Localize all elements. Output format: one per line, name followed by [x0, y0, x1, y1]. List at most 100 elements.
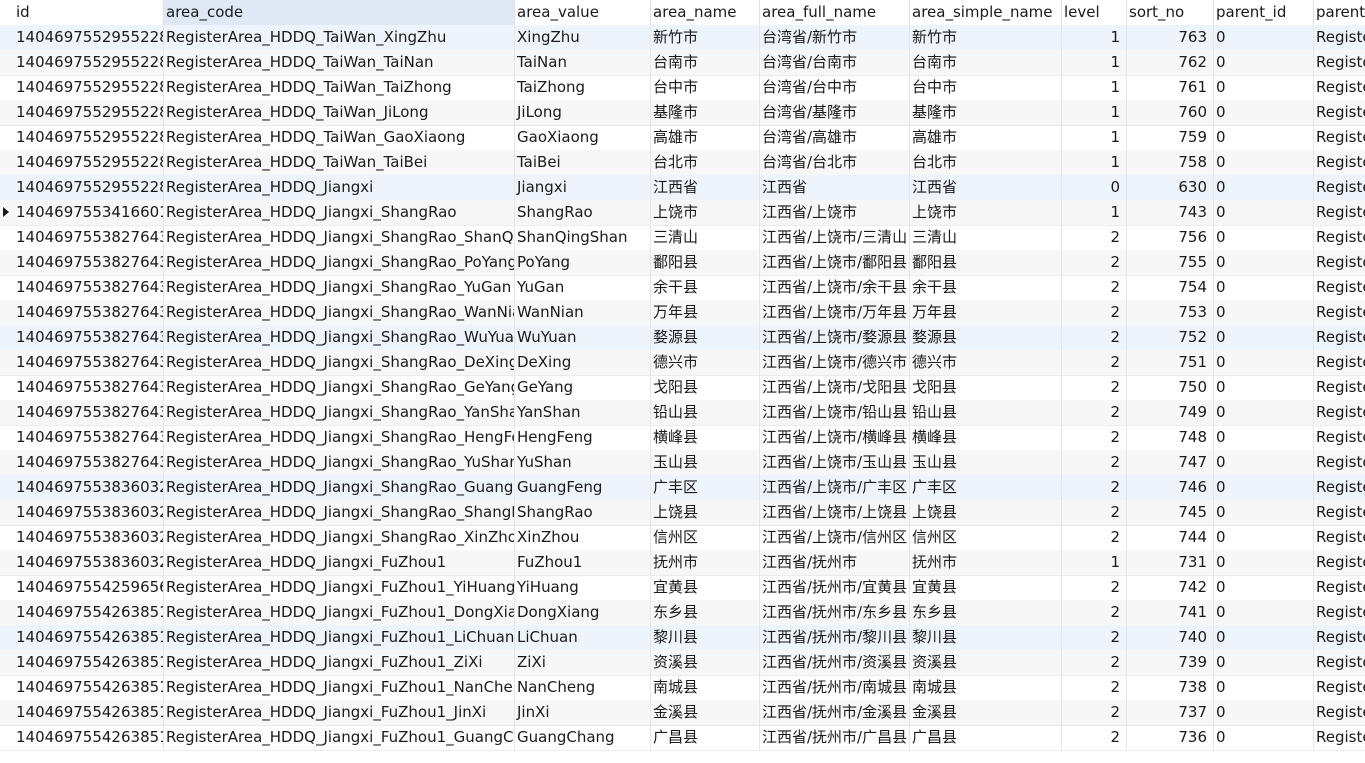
cell-sort-no[interactable]: 745: [1127, 500, 1214, 525]
cell-parent-id[interactable]: 0: [1214, 225, 1314, 250]
column-header-area-code[interactable]: area_code: [164, 0, 515, 25]
cell-area-value[interactable]: YuGan: [515, 275, 651, 300]
cell-area-code[interactable]: RegisterArea_HDDQ_Jiangxi_FuZhou1_JinXi: [164, 700, 515, 725]
cell-area-full-name[interactable]: 江西省/上饶市/广丰区: [760, 475, 910, 500]
cell-area-name[interactable]: 鄱阳县: [651, 250, 760, 275]
cell-area-code[interactable]: RegisterArea_HDDQ_Jiangxi_ShangRao_WuYua…: [164, 325, 515, 350]
cell-area-full-name[interactable]: 台湾省/高雄市: [760, 125, 910, 150]
cell-id[interactable]: 1404697554263851: [14, 725, 164, 750]
cell-sort-no[interactable]: 759: [1127, 125, 1214, 150]
cell-id[interactable]: 1404697553827643: [14, 275, 164, 300]
cell-parent[interactable]: Registe: [1314, 525, 1365, 550]
table-row[interactable]: 1404697553836032 RegisterArea_HDDQ_Jiangx…: [0, 525, 1365, 551]
table-row[interactable]: 1404697553416601 RegisterArea_HDDQ_Jiangx…: [0, 200, 1365, 226]
cell-id[interactable]: 1404697552955228: [14, 50, 164, 75]
cell-sort-no[interactable]: 749: [1127, 400, 1214, 425]
cell-area-name[interactable]: 三清山: [651, 225, 760, 250]
cell-parent-id[interactable]: 0: [1214, 725, 1314, 750]
cell-area-code[interactable]: RegisterArea_HDDQ_Jiangxi_ShangRao_YanSh…: [164, 400, 515, 425]
cell-level[interactable]: 2: [1062, 575, 1127, 600]
cell-id[interactable]: 1404697553827643: [14, 300, 164, 325]
cell-level[interactable]: 1: [1062, 50, 1127, 75]
cell-area-name[interactable]: 婺源县: [651, 325, 760, 350]
cell-id[interactable]: 1404697552955228: [14, 25, 164, 50]
cell-level[interactable]: 1: [1062, 200, 1127, 225]
table-row[interactable]: 1404697554263851 RegisterArea_HDDQ_Jiangx…: [0, 675, 1365, 701]
cell-area-simple-name[interactable]: 戈阳县: [910, 375, 1062, 400]
cell-area-code[interactable]: RegisterArea_HDDQ_Jiangxi_ShangRao_YuGan: [164, 275, 515, 300]
table-row[interactable]: 1404697554259656 RegisterArea_HDDQ_Jiangx…: [0, 575, 1365, 601]
cell-parent[interactable]: Registe: [1314, 200, 1365, 225]
cell-level[interactable]: 2: [1062, 300, 1127, 325]
cell-area-simple-name[interactable]: 婺源县: [910, 325, 1062, 350]
cell-parent-id[interactable]: 0: [1214, 125, 1314, 150]
cell-id[interactable]: 1404697552955228: [14, 175, 164, 200]
cell-area-simple-name[interactable]: 德兴市: [910, 350, 1062, 375]
cell-id[interactable]: 1404697552955228: [14, 125, 164, 150]
table-row[interactable]: 1404697553836032 RegisterArea_HDDQ_Jiangx…: [0, 475, 1365, 501]
cell-area-simple-name[interactable]: 基隆市: [910, 100, 1062, 125]
cell-area-code[interactable]: RegisterArea_HDDQ_Jiangxi_ShangRao_Guang…: [164, 475, 515, 500]
cell-level[interactable]: 1: [1062, 550, 1127, 575]
cell-area-full-name[interactable]: 江西省: [760, 175, 910, 200]
cell-area-full-name[interactable]: 江西省/上饶市/万年县: [760, 300, 910, 325]
cell-area-simple-name[interactable]: 玉山县: [910, 450, 1062, 475]
cell-area-name[interactable]: 广丰区: [651, 475, 760, 500]
cell-area-value[interactable]: LiChuan: [515, 625, 651, 650]
table-row[interactable]: 1404697552955228 RegisterArea_HDDQ_TaiWan…: [0, 150, 1365, 176]
cell-level[interactable]: 2: [1062, 725, 1127, 750]
cell-parent-id[interactable]: 0: [1214, 75, 1314, 100]
cell-level[interactable]: 1: [1062, 150, 1127, 175]
cell-area-simple-name[interactable]: 信州区: [910, 525, 1062, 550]
cell-area-simple-name[interactable]: 台北市: [910, 150, 1062, 175]
cell-parent[interactable]: Registe: [1314, 225, 1365, 250]
cell-sort-no[interactable]: 731: [1127, 550, 1214, 575]
cell-parent[interactable]: Registe: [1314, 725, 1365, 750]
cell-area-simple-name[interactable]: 台南市: [910, 50, 1062, 75]
cell-area-code[interactable]: RegisterArea_HDDQ_Jiangxi_FuZhou1: [164, 550, 515, 575]
cell-area-value[interactable]: YuShan: [515, 450, 651, 475]
cell-area-simple-name[interactable]: 南城县: [910, 675, 1062, 700]
cell-area-value[interactable]: XinZhou: [515, 525, 651, 550]
cell-level[interactable]: 2: [1062, 250, 1127, 275]
cell-area-value[interactable]: YanShan: [515, 400, 651, 425]
cell-area-value[interactable]: Jiangxi: [515, 175, 651, 200]
cell-parent[interactable]: Registe: [1314, 600, 1365, 625]
cell-level[interactable]: 2: [1062, 500, 1127, 525]
cell-area-name[interactable]: 台中市: [651, 75, 760, 100]
cell-area-name[interactable]: 台北市: [651, 150, 760, 175]
cell-area-full-name[interactable]: 江西省/上饶市/余干县: [760, 275, 910, 300]
cell-level[interactable]: 1: [1062, 75, 1127, 100]
cell-area-name[interactable]: 新竹市: [651, 25, 760, 50]
cell-level[interactable]: 2: [1062, 675, 1127, 700]
cell-id[interactable]: 1404697553827643: [14, 350, 164, 375]
cell-level[interactable]: 0: [1062, 175, 1127, 200]
cell-area-name[interactable]: 宜黄县: [651, 575, 760, 600]
cell-sort-no[interactable]: 752: [1127, 325, 1214, 350]
cell-area-name[interactable]: 资溪县: [651, 650, 760, 675]
cell-id[interactable]: 1404697553827643: [14, 375, 164, 400]
cell-id[interactable]: 1404697554259656: [14, 575, 164, 600]
cell-area-value[interactable]: HengFeng: [515, 425, 651, 450]
cell-area-full-name[interactable]: 江西省/上饶市/德兴市: [760, 350, 910, 375]
cell-area-full-name[interactable]: 江西省/抚州市/宜黄县: [760, 575, 910, 600]
cell-area-name[interactable]: 广昌县: [651, 725, 760, 750]
cell-area-name[interactable]: 玉山县: [651, 450, 760, 475]
result-grid[interactable]: id area_code area_value area_name area_full_…: [0, 0, 1365, 763]
cell-area-value[interactable]: WanNian: [515, 300, 651, 325]
column-header-parent[interactable]: parent: [1314, 0, 1365, 25]
table-row[interactable]: 1404697552955228 RegisterArea_HDDQ_TaiWan…: [0, 75, 1365, 101]
cell-area-name[interactable]: 余干县: [651, 275, 760, 300]
cell-area-name[interactable]: 南城县: [651, 675, 760, 700]
cell-parent-id[interactable]: 0: [1214, 300, 1314, 325]
cell-area-full-name[interactable]: 江西省/上饶市/玉山县: [760, 450, 910, 475]
cell-area-code[interactable]: RegisterArea_HDDQ_Jiangxi_FuZhou1_GuangC…: [164, 725, 515, 750]
cell-sort-no[interactable]: 751: [1127, 350, 1214, 375]
cell-parent-id[interactable]: 0: [1214, 425, 1314, 450]
cell-area-full-name[interactable]: 江西省/上饶市/鄱阳县: [760, 250, 910, 275]
cell-parent-id[interactable]: 0: [1214, 625, 1314, 650]
table-row[interactable]: 1404697552955228 RegisterArea_HDDQ_TaiWan…: [0, 25, 1365, 51]
cell-id[interactable]: 1404697553827643: [14, 450, 164, 475]
cell-sort-no[interactable]: 747: [1127, 450, 1214, 475]
cell-parent-id[interactable]: 0: [1214, 175, 1314, 200]
